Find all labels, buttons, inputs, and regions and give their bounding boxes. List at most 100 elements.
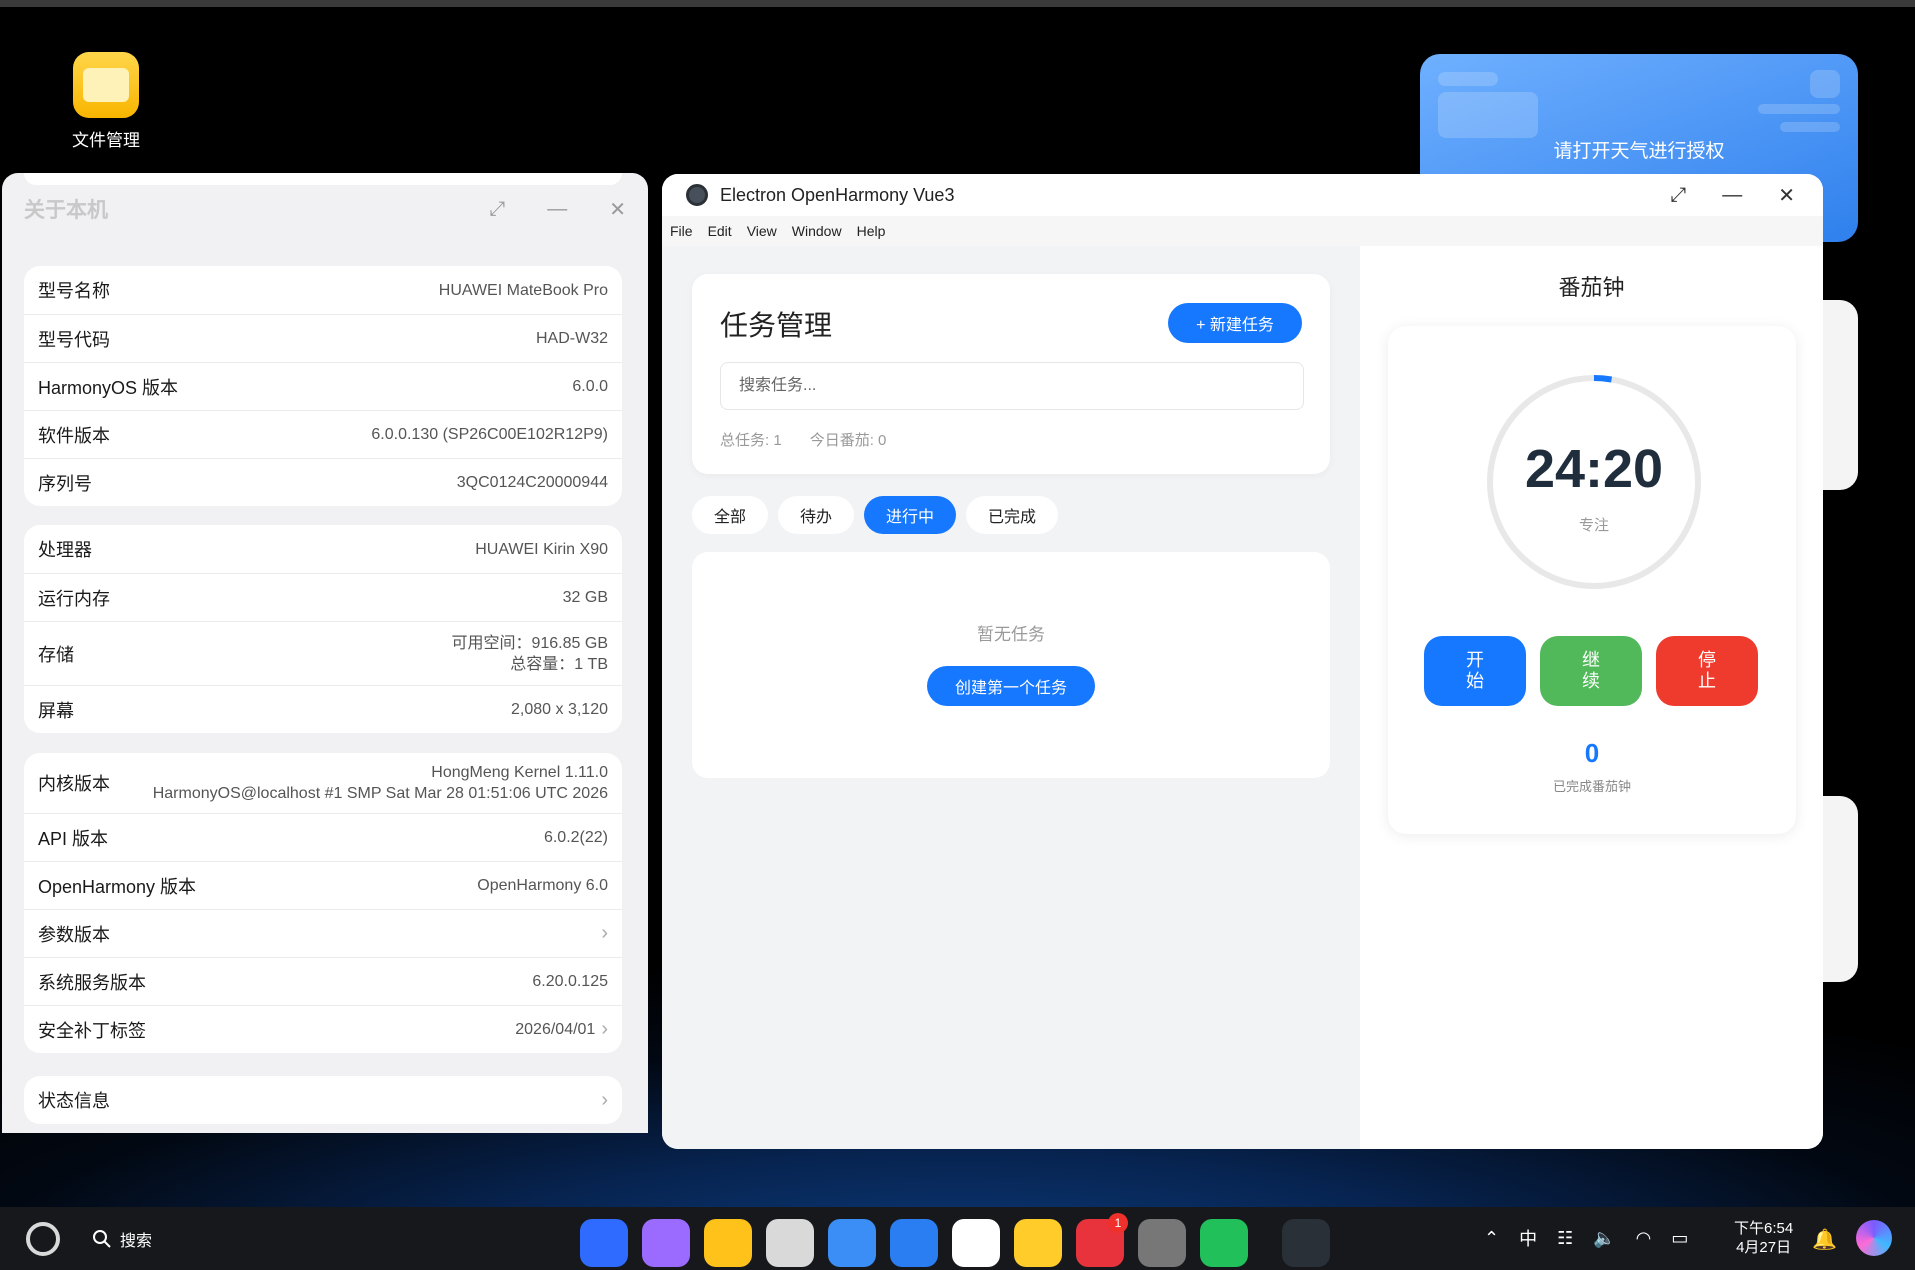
close-icon[interactable]: ✕ [609, 197, 626, 222]
clock-time: 下午6:54 [1734, 1220, 1794, 1237]
battery-icon[interactable]: ▭ [1671, 1228, 1688, 1249]
status-card: 状态信息 › [24, 1076, 622, 1124]
storage-total: 总容量：1 TB [510, 655, 608, 673]
app-center-icon[interactable] [580, 1219, 628, 1267]
resume-button[interactable]: 继 续 [1540, 636, 1642, 706]
hardware-card: 处理器 HUAWEI Kirin X90 运行内存 32 GB 存储 可用空间：916… [24, 525, 622, 733]
patch-row[interactable]: 安全补丁标签 2026/04/01 › [24, 1005, 622, 1053]
about-window: 关于本机 ⤢ — ✕ 型号名称 HUAWEI MateBook Pro 型号代码 H… [2, 173, 648, 1133]
search-label: 搜索 [120, 1233, 153, 1250]
row-value: 6.0.0.130 (SP26C00E102R12P9) [371, 426, 608, 443]
empty-state-text: 暂无任务 [977, 625, 1045, 644]
notes-icon[interactable] [1014, 1219, 1062, 1267]
task-list: 暂无任务 创建第一个任务 [692, 552, 1330, 778]
browser-icon[interactable] [828, 1219, 876, 1267]
tab-todo[interactable]: 待办 [778, 496, 855, 534]
kernel-card: 内核版本 HongMeng Kernel 1.11.0 HarmonyOS@loca… [24, 753, 622, 1053]
chevron-right-icon: › [601, 1088, 608, 1111]
file-manager-icon[interactable] [704, 1219, 752, 1267]
clipboard-icon[interactable]: ☷ [1557, 1228, 1573, 1249]
app-gallery-icon[interactable]: 1 [1076, 1213, 1128, 1267]
bell-icon[interactable]: 🔔 [1812, 1227, 1837, 1252]
minimize-icon[interactable]: — [547, 198, 567, 221]
row-value: 6.0.0 [572, 378, 608, 395]
start-button[interactable]: 开 始 [1424, 636, 1526, 706]
input-method-icon[interactable]: 中 [1519, 1225, 1537, 1251]
minimize-icon[interactable]: — [1722, 184, 1742, 207]
clock-date: 4月27日 [1736, 1239, 1792, 1256]
param-version-row[interactable]: 参数版本 › [24, 909, 622, 957]
assistant-icon[interactable] [1856, 1220, 1892, 1256]
wechat-icon[interactable] [1200, 1219, 1248, 1267]
timer-face: 24:20 专注 [1484, 372, 1704, 592]
stop-button[interactable]: 停 止 [1656, 636, 1758, 706]
start-button[interactable] [26, 1222, 60, 1256]
tab-all[interactable]: 全部 [692, 496, 769, 534]
top-bar [0, 0, 1915, 7]
info-row: 系统服务版本 6.20.0.125 [24, 957, 622, 1005]
wifi-icon[interactable]: ◠ [1636, 1228, 1652, 1249]
notification-badge: 1 [1108, 1213, 1128, 1233]
menu-bar: File Edit View Window Help [662, 216, 1823, 246]
menu-window[interactable]: Window [792, 223, 842, 239]
row-key: 参数版本 [38, 924, 110, 945]
electron-titlebar: Electron OpenHarmony Vue3 ⤢ — ✕ [662, 174, 1823, 216]
kernel-build: HarmonyOS@localhost #1 SMP Sat Mar 28 01… [152, 785, 608, 802]
menu-file[interactable]: File [670, 223, 693, 239]
row-value: 2026/04/01 [515, 1021, 596, 1038]
info-row: 软件版本 6.0.0.130 (SP26C00E102R12P9) [24, 410, 622, 458]
info-row: 内核版本 HongMeng Kernel 1.11.0 HarmonyOS@loca… [24, 753, 622, 813]
info-row: 处理器 HUAWEI Kirin X90 [24, 525, 622, 573]
today-pomodoros: 今日番茄: 0 [809, 432, 887, 449]
weather-auth-text: 请打开天气进行授权 [1553, 141, 1725, 162]
tab-done[interactable]: 已完成 [966, 496, 1059, 534]
settings-icon[interactable] [1138, 1219, 1186, 1267]
pomodoro-panel: 番茄钟 24:20 专注 开 始 继 续 停 止 0 已完成番茄钟 [1360, 246, 1823, 1149]
menu-view[interactable]: View [747, 223, 777, 239]
menu-help[interactable]: Help [857, 223, 886, 239]
row-key: 序列号 [38, 473, 92, 494]
tab-in-progress[interactable]: 进行中 [864, 496, 957, 534]
maximize-icon[interactable]: ⤢ [489, 198, 505, 221]
status-info-row[interactable]: 状态信息 › [24, 1076, 622, 1124]
row-value: OpenHarmony 6.0 [477, 877, 608, 894]
desktop-icon-label: 文件管理 [72, 131, 140, 150]
volume-icon[interactable]: 🔈 [1593, 1228, 1615, 1249]
row-value: 6.20.0.125 [532, 973, 608, 990]
desktop: 文件管理 请打开天气进行授权 关于本机 ⤢ — ✕ 型号名称 HUAWEI Mat… [0, 0, 1915, 1270]
folder-icon [73, 52, 139, 118]
dock: 1 [580, 1213, 1330, 1267]
chevron-up-icon[interactable]: ⌃ [1484, 1228, 1499, 1249]
filter-tabs: 全部 待办 进行中 已完成 [692, 496, 1059, 534]
file-manager-desktop-icon[interactable]: 文件管理 [56, 52, 156, 151]
row-value: HUAWEI Kirin X90 [475, 540, 608, 558]
row-key: 安全补丁标签 [38, 1020, 146, 1041]
timer-mode: 专注 [1578, 517, 1609, 534]
mail-icon[interactable] [890, 1219, 938, 1267]
menu-edit[interactable]: Edit [708, 223, 732, 239]
scrolled-card-edge [24, 173, 622, 185]
task-search-input[interactable] [720, 362, 1304, 410]
row-key: 屏幕 [38, 700, 74, 721]
info-row: HarmonyOS 版本 6.0.0 [24, 362, 622, 410]
window-title: 关于本机 [24, 199, 108, 222]
row-value: 6.0.2(22) [543, 829, 608, 846]
row-key: 型号代码 [38, 329, 110, 350]
multitask-icon[interactable] [642, 1219, 690, 1267]
pomodoro-title: 番茄钟 [1558, 275, 1625, 300]
electron-app-icon[interactable] [1282, 1219, 1330, 1267]
trash-icon[interactable] [766, 1219, 814, 1267]
create-first-task-button[interactable]: 创建第一个任务 [927, 666, 1095, 706]
window-title: Electron OpenHarmony Vue3 [720, 184, 955, 205]
close-icon[interactable]: ✕ [1778, 183, 1795, 208]
new-task-button[interactable]: + 新建任务 [1168, 303, 1302, 343]
row-key: OpenHarmony 版本 [38, 876, 197, 897]
row-key: 处理器 [38, 540, 92, 560]
row-value: HongMeng Kernel 1.11.0 HarmonyOS@localhos… [153, 762, 608, 804]
taskbar-search[interactable]: 搜索 [92, 1227, 152, 1251]
row-key: 型号名称 [38, 281, 110, 301]
gallery-icon[interactable] [952, 1219, 1000, 1267]
maximize-icon[interactable]: ⤢ [1670, 184, 1686, 207]
info-row: 屏幕 2,080 x 3,120 [24, 685, 622, 733]
clock[interactable]: 下午6:54 4月27日 [1734, 1219, 1793, 1257]
